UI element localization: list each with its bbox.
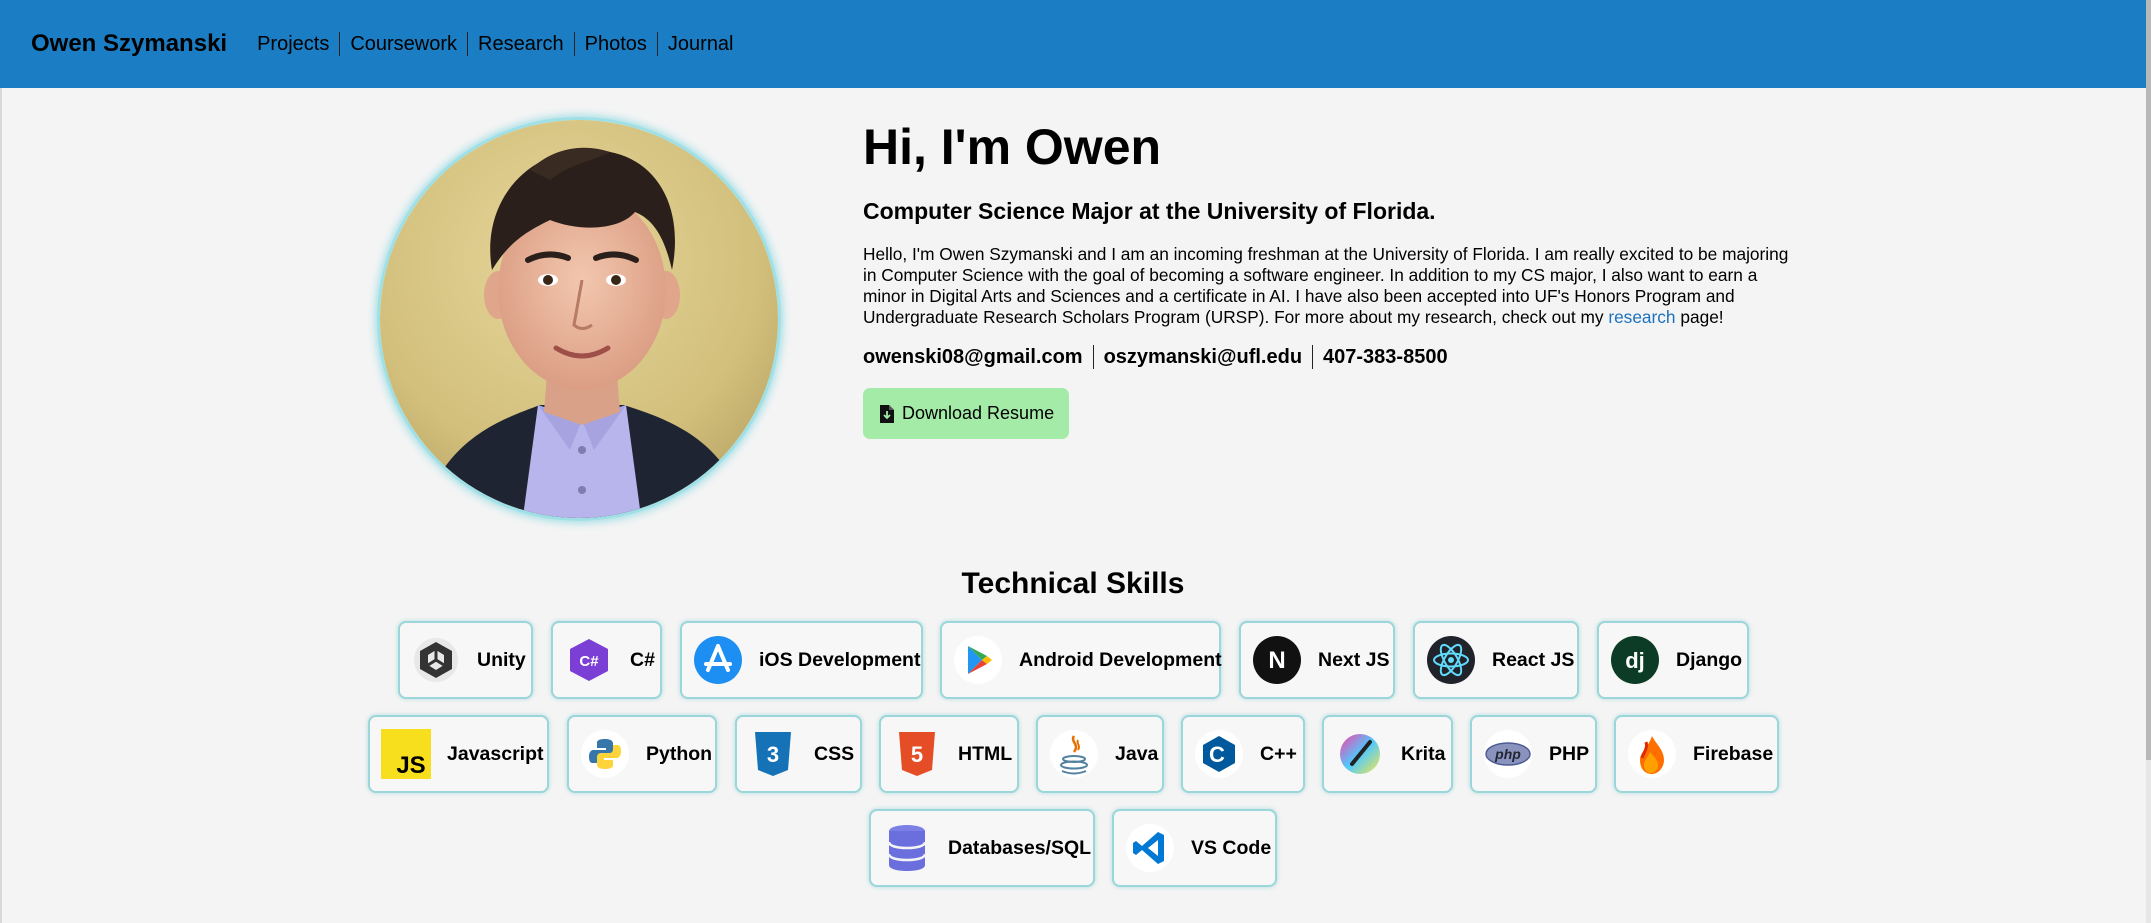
skill-label: HTML: [958, 742, 1013, 765]
csharp-icon: C#: [564, 635, 614, 685]
skill-label: Django: [1676, 648, 1743, 671]
skill-card-firebase[interactable]: Firebase: [1614, 715, 1779, 793]
portrait-illustration: [380, 120, 778, 518]
skill-card-php[interactable]: php PHP: [1470, 715, 1597, 793]
research-link[interactable]: research: [1608, 307, 1675, 327]
cpp-icon: C: [1194, 729, 1244, 779]
skill-card-databases[interactable]: Databases/SQL: [869, 809, 1095, 887]
contact-email-ufl: oszymanski@ufl.edu: [1092, 345, 1312, 369]
django-icon: dj: [1610, 635, 1660, 685]
contact-email-gmail: owenski08@gmail.com: [863, 346, 1083, 368]
skill-card-csharp[interactable]: C# C#: [551, 621, 662, 699]
page-subtitle: Computer Science Major at the University…: [863, 198, 1436, 224]
profile-photo: [377, 117, 781, 521]
react-icon: [1426, 635, 1476, 685]
skill-label: CSS: [814, 742, 855, 765]
skill-card-unity[interactable]: Unity: [398, 621, 533, 699]
nav-link-coursework[interactable]: Coursework: [339, 32, 467, 56]
download-resume-button[interactable]: Download Resume: [863, 388, 1070, 439]
svg-text:C: C: [1209, 742, 1225, 767]
svg-text:JS: JS: [396, 752, 425, 779]
download-resume-label: Download Resume: [902, 403, 1055, 423]
nextjs-icon: N: [1252, 635, 1302, 685]
skill-label: Next JS: [1318, 648, 1390, 671]
skill-card-python[interactable]: Python: [567, 715, 717, 793]
nav-links: Projects Coursework Research Photos Jour…: [257, 32, 743, 56]
skill-label: Java: [1115, 742, 1159, 765]
svg-text:dj: dj: [1625, 648, 1645, 673]
java-icon: [1049, 729, 1099, 779]
skill-card-javascript[interactable]: JS Javascript: [368, 715, 549, 793]
database-icon: [882, 823, 932, 873]
skill-label: C#: [630, 648, 655, 671]
file-download-icon: [880, 404, 894, 423]
skill-label: Python: [646, 742, 713, 765]
scrollbar-thumb[interactable]: [2146, 0, 2151, 760]
vscode-icon: [1125, 823, 1175, 873]
svg-text:N: N: [1268, 647, 1285, 674]
skill-card-vscode[interactable]: VS Code: [1112, 809, 1277, 887]
skill-card-django[interactable]: dj Django: [1597, 621, 1749, 699]
top-navbar: Owen Szymanski Projects Coursework Resea…: [0, 0, 2146, 88]
contact-phone: 407-383-8500: [1312, 345, 1458, 369]
html-icon: 5: [892, 729, 942, 779]
skill-label: PHP: [1549, 742, 1590, 765]
scrollbar-track[interactable]: [2146, 0, 2151, 923]
svg-text:3: 3: [767, 742, 779, 767]
skill-card-android[interactable]: Android Development: [940, 621, 1222, 699]
intro-section: Hi, I'm Owen Computer Science Major at t…: [863, 117, 1798, 439]
skill-card-css[interactable]: 3 CSS: [735, 715, 862, 793]
skill-label: VS Code: [1191, 836, 1272, 859]
unity-icon: [411, 635, 461, 685]
nav-link-projects[interactable]: Projects: [257, 32, 339, 56]
skill-card-java[interactable]: Java: [1036, 715, 1164, 793]
nav-link-journal[interactable]: Journal: [656, 32, 744, 56]
skill-label: React JS: [1492, 648, 1575, 671]
contact-info: owenski08@gmail.com oszymanski@ufl.edu 4…: [863, 345, 1798, 369]
page-left-border: [0, 88, 2, 923]
nav-link-photos[interactable]: Photos: [573, 32, 657, 56]
skill-label: Javascript: [447, 742, 544, 765]
firebase-icon: [1627, 729, 1677, 779]
skill-label: Firebase: [1693, 742, 1774, 765]
php-icon: php: [1483, 729, 1533, 779]
skill-card-cpp[interactable]: C C++: [1181, 715, 1305, 793]
skill-label: Krita: [1401, 742, 1446, 765]
skill-card-react[interactable]: React JS: [1413, 621, 1579, 699]
skill-card-krita[interactable]: Krita: [1322, 715, 1453, 793]
css-icon: 3: [748, 729, 798, 779]
app-store-icon: [693, 635, 743, 685]
skill-label: C++: [1260, 742, 1297, 765]
skills-heading: Technical Skills: [961, 567, 1185, 600]
skill-label: Android Development: [1019, 648, 1222, 671]
skill-card-ios[interactable]: iOS Development: [680, 621, 923, 699]
skill-label: Databases/SQL: [948, 836, 1092, 859]
bio-paragraph: Hello, I'm Owen Szymanski and I am an in…: [863, 244, 1798, 328]
google-play-icon: [953, 635, 1003, 685]
skill-card-nextjs[interactable]: N Next JS: [1239, 621, 1395, 699]
krita-icon: [1335, 729, 1385, 779]
skill-card-html[interactable]: 5 HTML: [879, 715, 1019, 793]
svg-text:php: php: [1494, 746, 1521, 762]
page-title: Hi, I'm Owen: [863, 119, 1162, 175]
skill-label: iOS Development: [759, 648, 921, 671]
bio-text-end: page!: [1675, 307, 1724, 327]
site-brand[interactable]: Owen Szymanski: [31, 30, 227, 58]
svg-text:C#: C#: [579, 653, 599, 670]
python-icon: [580, 729, 630, 779]
javascript-icon: JS: [381, 729, 431, 779]
svg-text:5: 5: [911, 742, 923, 767]
skill-label: Unity: [477, 648, 526, 671]
nav-link-research[interactable]: Research: [467, 32, 574, 56]
